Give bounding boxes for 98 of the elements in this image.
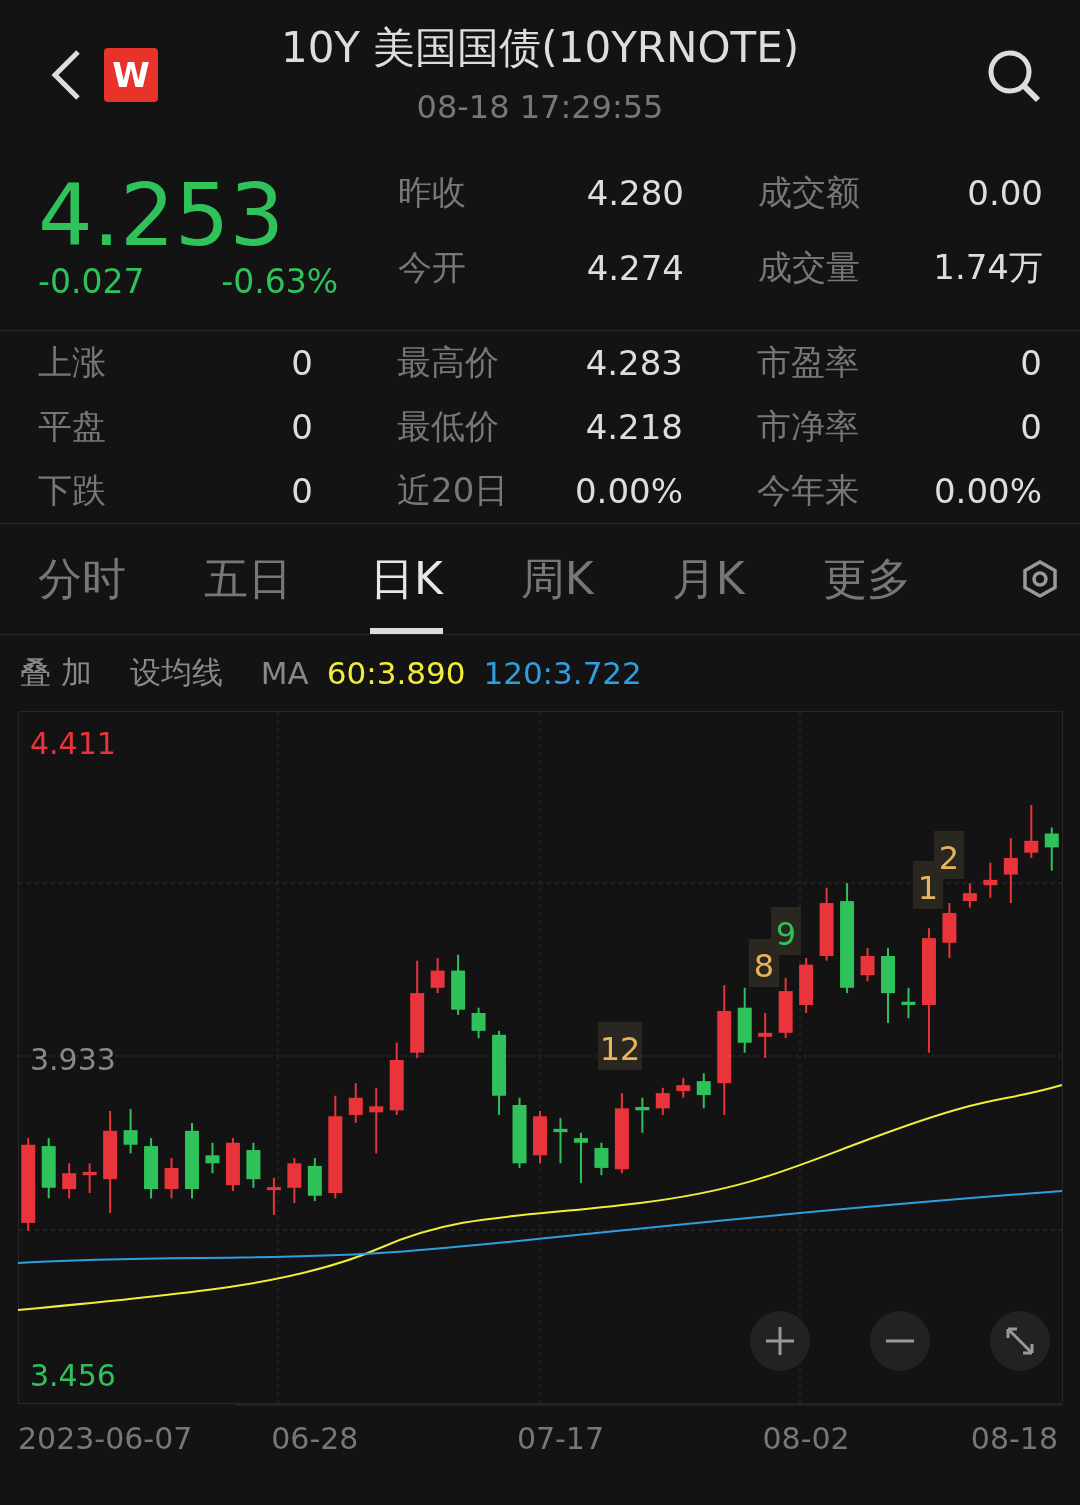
stat-value: 0	[1019, 343, 1042, 383]
date-label: 07-17	[516, 1421, 605, 1456]
quote-time: 08-18 17:29:55	[416, 88, 664, 126]
stat-label: 今年来	[757, 469, 860, 512]
candlestick	[205, 1141, 220, 1175]
stat-value: 0	[290, 407, 313, 447]
stat-label: 成交额	[758, 170, 861, 214]
candlestick	[676, 1076, 691, 1099]
candlestick	[799, 957, 814, 1014]
candlestick	[164, 1157, 179, 1200]
price-label: 4.411	[30, 725, 116, 761]
candlestick	[983, 861, 998, 899]
last-price: 4.253	[38, 172, 286, 258]
candlestick	[144, 1137, 159, 1200]
period-tab[interactable]: 月K	[671, 524, 745, 634]
search-icon[interactable]	[986, 48, 1042, 104]
price-label: 3.456	[30, 1358, 116, 1394]
signal-marker: 8	[749, 939, 779, 987]
stat-label: 昨收	[398, 170, 467, 214]
date-label: 06-28	[271, 1421, 359, 1456]
candlestick	[1024, 804, 1039, 859]
period-tab[interactable]: 更多	[822, 524, 911, 634]
signal-marker: 9	[771, 907, 801, 955]
date-label: 08-18	[970, 1421, 1058, 1456]
stat-label: 今开	[398, 245, 467, 289]
signal-marker: 12	[598, 1022, 642, 1070]
stat-value: 0	[1019, 407, 1042, 447]
stat-label: 市净率	[757, 405, 860, 448]
stat-value: 1.74万	[932, 245, 1043, 289]
candlestick	[266, 1176, 281, 1216]
candlestick	[635, 1096, 650, 1134]
candlestick	[369, 1086, 384, 1155]
candlestick	[737, 986, 752, 1054]
moving-average-link[interactable]: 设均线	[129, 652, 223, 694]
candlestick	[942, 902, 957, 959]
stat-value: 0.00%	[933, 471, 1042, 511]
back-icon[interactable]	[50, 49, 82, 101]
minus-icon	[885, 1339, 915, 1343]
candlestick	[246, 1141, 261, 1189]
candlestick	[123, 1108, 138, 1155]
stat-label: 平盘	[38, 405, 107, 448]
candlestick	[451, 953, 466, 1016]
stat-label: 下跌	[38, 469, 107, 512]
period-tab[interactable]: 周K	[520, 524, 594, 634]
ma-value: 60:3.890	[326, 655, 466, 691]
expand-icon	[1005, 1326, 1035, 1356]
price-change: -0.027	[38, 262, 145, 301]
candlestick	[225, 1137, 240, 1193]
candlestick	[1044, 826, 1059, 872]
stat-label: 最低价	[397, 405, 500, 448]
stat-value: 0.00	[966, 172, 1043, 213]
date-label: 2023-06-07	[18, 1421, 193, 1456]
period-tab[interactable]: 分时	[38, 524, 126, 634]
stat-label: 成交量	[758, 245, 861, 289]
candlestick	[1003, 837, 1018, 905]
stat-value: 4.280	[585, 172, 684, 213]
period-tab[interactable]: 日K	[370, 524, 443, 634]
candlestick	[696, 1072, 711, 1110]
signal-marker: 2	[934, 831, 964, 879]
candlestick	[573, 1131, 588, 1185]
overlay-link[interactable]: 叠 加	[20, 652, 92, 694]
stat-value: 4.218	[584, 407, 683, 447]
candlestick	[778, 976, 793, 1040]
candlestick	[962, 882, 977, 909]
stat-value: 0	[290, 343, 313, 383]
security-title: 10Y 美国国债(10YRNOTE)	[280, 22, 800, 74]
candlestick	[471, 1006, 486, 1040]
app-logo: W	[104, 48, 158, 102]
candlestick	[901, 986, 916, 1020]
stat-value: 0	[290, 471, 313, 511]
candlestick	[62, 1162, 77, 1200]
date-label: 08-02	[762, 1421, 850, 1456]
candlestick	[553, 1117, 568, 1165]
period-tab[interactable]: 五日	[204, 524, 292, 634]
candlestick	[758, 1011, 773, 1059]
candlestick	[82, 1162, 97, 1195]
candlestick	[307, 1157, 322, 1203]
candlestick	[41, 1137, 56, 1200]
candlestick	[533, 1109, 547, 1165]
candlestick	[860, 947, 875, 983]
ma-value: 120:3.722	[483, 655, 642, 691]
stat-label: 近20日	[397, 469, 510, 512]
plus-icon	[765, 1326, 795, 1356]
price-label: 3.933	[30, 1042, 116, 1078]
ma-label: MA	[260, 655, 309, 691]
stat-value: 4.274	[585, 247, 684, 288]
settings-icon[interactable]	[1020, 559, 1060, 599]
candlestick	[348, 1082, 363, 1124]
stat-label: 市盈率	[757, 341, 860, 384]
candlestick	[594, 1141, 609, 1177]
percent-change: -0.63%	[221, 262, 338, 301]
candlestick	[430, 957, 445, 995]
candlestick	[287, 1157, 302, 1204]
stat-value: 0.00%	[574, 471, 683, 511]
candlestick	[655, 1086, 670, 1116]
stat-value: 4.283	[584, 343, 683, 383]
stat-label: 最高价	[397, 341, 500, 384]
stat-label: 上涨	[38, 341, 107, 384]
